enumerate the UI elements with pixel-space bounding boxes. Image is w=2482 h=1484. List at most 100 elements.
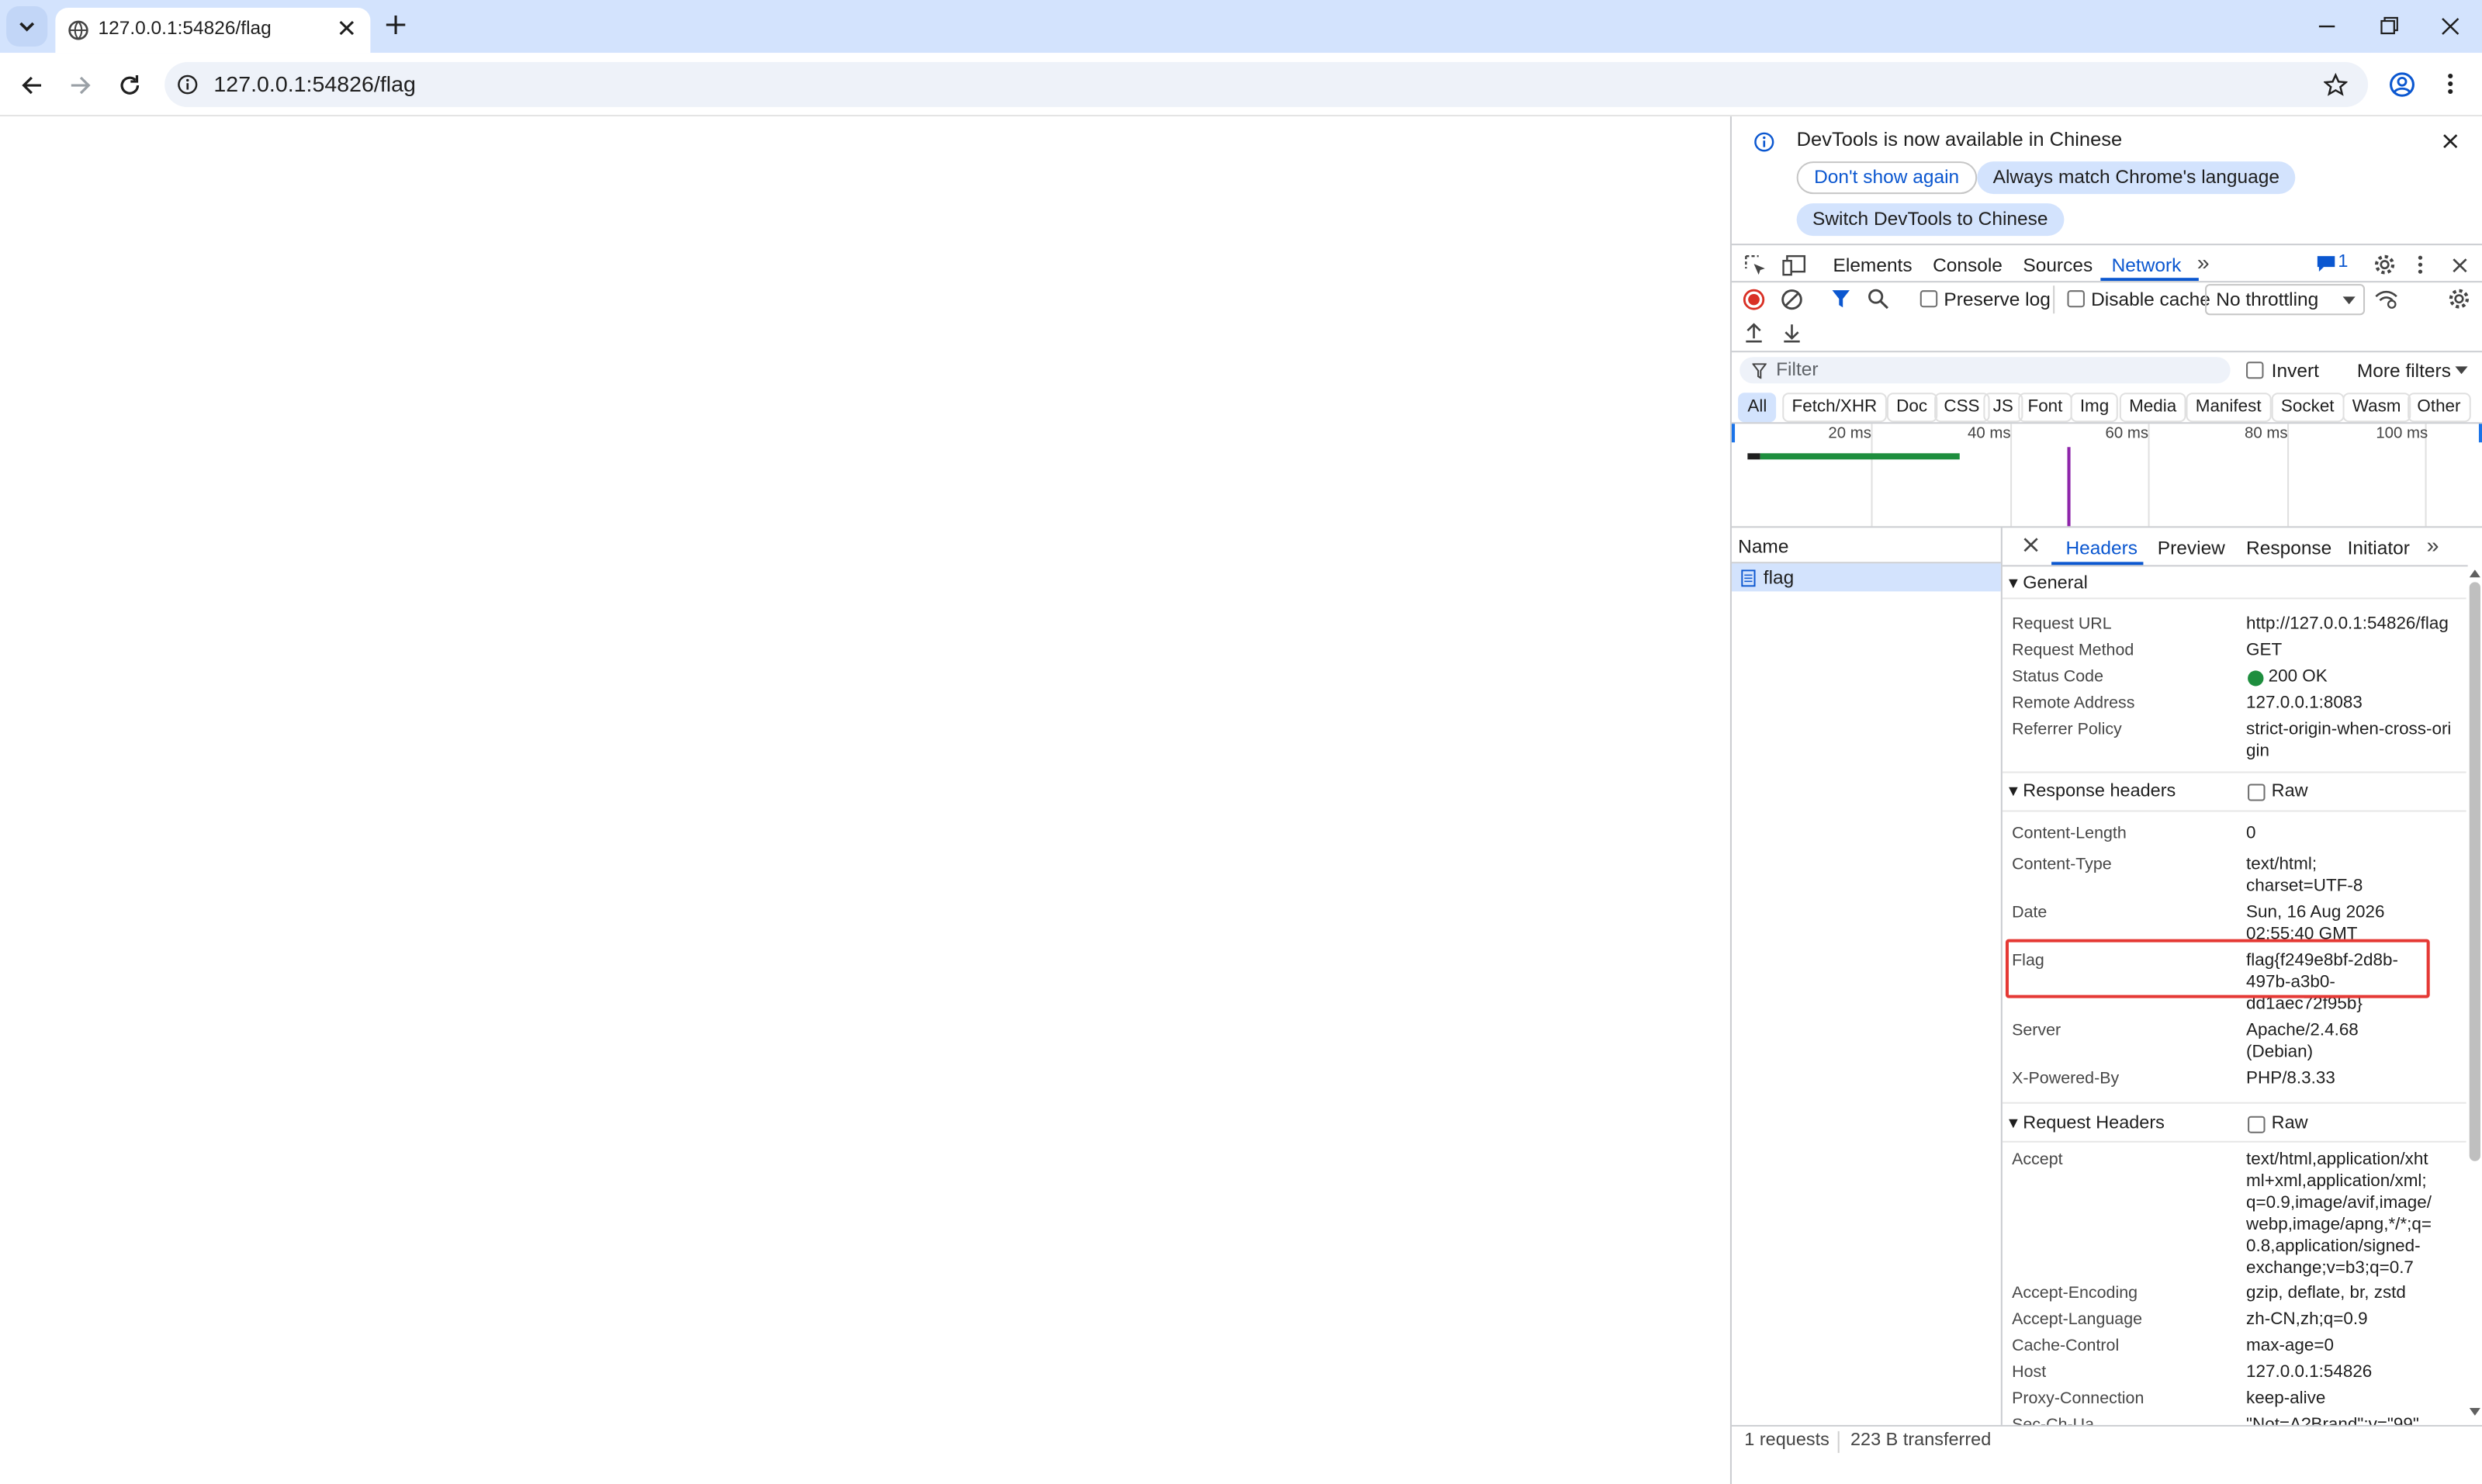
clear-icon[interactable]: [1781, 289, 1803, 310]
devtools-panel: DevTools is now available in Chinese Don…: [1729, 116, 2482, 1484]
request-list: Name flag: [1731, 528, 2003, 1425]
header-value: 127.0.0.1:54826: [2246, 1362, 2373, 1382]
type-filter-doc[interactable]: Doc: [1886, 393, 1937, 423]
type-filter-manifest[interactable]: Manifest: [2186, 393, 2271, 423]
import-har-icon[interactable]: [1744, 323, 1763, 343]
tab-strip: 127.0.0.1:54826/flag: [0, 0, 2482, 54]
switch-to-chinese-button[interactable]: Switch DevTools to Chinese: [1796, 203, 2064, 237]
detail-tab-headers[interactable]: Headers: [2065, 537, 2138, 559]
invert-checkbox[interactable]: [2246, 361, 2264, 379]
minimize-icon[interactable]: [2318, 16, 2336, 37]
restore-icon[interactable]: [2379, 16, 2398, 37]
response-raw-checkbox[interactable]: [2248, 784, 2266, 801]
forward-icon[interactable]: [68, 73, 94, 98]
header-key: Content-Type: [2012, 855, 2112, 874]
header-key: Remote Address: [2012, 694, 2135, 713]
reload-icon[interactable]: [117, 73, 143, 98]
request-row[interactable]: flag: [1731, 563, 2001, 592]
devtools-menu-icon[interactable]: [2417, 254, 2423, 275]
scrollbar-thumb[interactable]: [2469, 582, 2480, 1161]
detail-tab-preview[interactable]: Preview: [2158, 537, 2225, 559]
response-headers-section-toggle[interactable]: ▾ Response headers: [2009, 780, 2176, 801]
scroll-up-arrow-icon[interactable]: [2469, 569, 2480, 578]
header-value: "Not=A?Brand";v="99", "Google: [2246, 1415, 2425, 1425]
status-ok-dot-icon: [2248, 670, 2264, 687]
search-icon[interactable]: [1868, 289, 1888, 310]
type-filter-wasm[interactable]: Wasm: [2342, 393, 2411, 423]
header-value: GET: [2246, 641, 2283, 660]
more-detail-tabs-icon[interactable]: »: [2427, 532, 2439, 557]
bookmark-star-icon[interactable]: [2324, 73, 2348, 96]
device-toolbar-icon[interactable]: [1782, 254, 1806, 276]
header-value: 127.0.0.1:8083: [2246, 694, 2363, 713]
request-headers-title: Request Headers: [2023, 1114, 2165, 1133]
export-har-icon[interactable]: [1782, 323, 1801, 343]
new-tab-icon[interactable]: [385, 14, 407, 36]
throttling-select[interactable]: No throttling: [2204, 284, 2366, 316]
close-tab-icon[interactable]: [338, 19, 356, 37]
type-filter-js[interactable]: JS: [1983, 393, 2023, 423]
network-settings-gear-icon[interactable]: [2447, 287, 2471, 310]
request-raw-checkbox[interactable]: [2248, 1116, 2266, 1133]
header-value: text/html; charset=UTF-8: [2246, 855, 2363, 896]
type-filter-all[interactable]: All: [1738, 393, 1777, 423]
request-headers-section-toggle[interactable]: ▾ Request Headers: [2009, 1112, 2165, 1133]
filter-toggle-icon[interactable]: [1832, 289, 1850, 309]
type-filter-other[interactable]: Other: [2408, 393, 2470, 423]
tab-title: 127.0.0.1:54826/flag: [98, 17, 272, 40]
address-bar[interactable]: 127.0.0.1:54826/flag: [164, 62, 2369, 108]
header-key: Server: [2012, 1021, 2061, 1040]
type-filter-fetch-xhr[interactable]: Fetch/XHR: [1782, 393, 1887, 423]
tab-search-button[interactable]: [6, 6, 48, 47]
filter-placeholder: Filter: [1776, 358, 1819, 381]
disable-cache-checkbox[interactable]: [2067, 290, 2085, 308]
site-info-icon[interactable]: [178, 74, 199, 95]
tab-console[interactable]: Console: [1933, 254, 2003, 276]
chrome-menu-icon[interactable]: [2446, 71, 2455, 96]
close-details-icon[interactable]: [2023, 537, 2038, 552]
general-section-toggle[interactable]: ▾ General: [2009, 571, 2088, 593]
more-tabs-icon[interactable]: »: [2197, 250, 2210, 275]
tab-elements[interactable]: Elements: [1833, 254, 1913, 276]
throttling-value: No throttling: [2216, 289, 2319, 311]
more-filters-button[interactable]: More filters: [2357, 360, 2451, 382]
header-key: Accept: [2012, 1150, 2063, 1169]
tab-sources[interactable]: Sources: [2023, 254, 2093, 276]
flag-highlight-box: [2005, 939, 2430, 998]
inspect-element-icon[interactable]: [1744, 254, 1767, 276]
header-value: 200 OK: [2268, 667, 2328, 687]
type-filter-font[interactable]: Font: [2018, 393, 2072, 423]
header-key: Sec-Ch-Ua: [2012, 1415, 2095, 1425]
type-filter-media[interactable]: Media: [2119, 393, 2186, 423]
record-stop-icon[interactable]: [1743, 289, 1765, 310]
detail-tab-initiator[interactable]: Initiator: [2348, 537, 2410, 559]
timeline-tick: 60 ms: [2105, 425, 2149, 443]
header-key: Request URL: [2012, 614, 2112, 634]
language-banner: DevTools is now available in Chinese Don…: [1731, 116, 2482, 244]
type-filter-socket[interactable]: Socket: [2271, 393, 2344, 423]
type-filter-img[interactable]: Img: [2070, 393, 2119, 423]
issues-count: 1: [2338, 253, 2349, 272]
filter-input[interactable]: Filter: [1739, 357, 2231, 384]
browser-tab[interactable]: 127.0.0.1:54826/flag: [55, 8, 371, 54]
always-match-language-button[interactable]: Always match Chrome's language: [1977, 161, 2296, 195]
scroll-down-arrow-icon[interactable]: [2469, 1407, 2480, 1416]
close-banner-icon[interactable]: [2442, 133, 2458, 149]
header-key: Date: [2012, 903, 2048, 922]
header-value: http://127.0.0.1:54826/flag: [2246, 614, 2449, 634]
issues-icon[interactable]: [2316, 254, 2337, 273]
close-window-icon[interactable]: [2441, 16, 2459, 37]
dont-show-again-button[interactable]: Don't show again: [1796, 161, 1977, 195]
back-icon[interactable]: [19, 73, 44, 98]
name-column-header: Name: [1738, 535, 1789, 558]
details-scrollbar[interactable]: [2467, 528, 2482, 1425]
type-filter-css[interactable]: CSS: [1934, 393, 1989, 423]
profile-icon[interactable]: [2389, 71, 2416, 98]
timeline-waiting-bar: [1747, 453, 1760, 460]
detail-tab-response[interactable]: Response: [2246, 537, 2331, 559]
settings-gear-icon[interactable]: [2373, 253, 2397, 276]
close-devtools-icon[interactable]: [2452, 258, 2467, 273]
preserve-log-checkbox[interactable]: [1919, 290, 1938, 308]
network-conditions-icon[interactable]: [2374, 289, 2398, 309]
tab-network[interactable]: Network: [2112, 254, 2182, 276]
